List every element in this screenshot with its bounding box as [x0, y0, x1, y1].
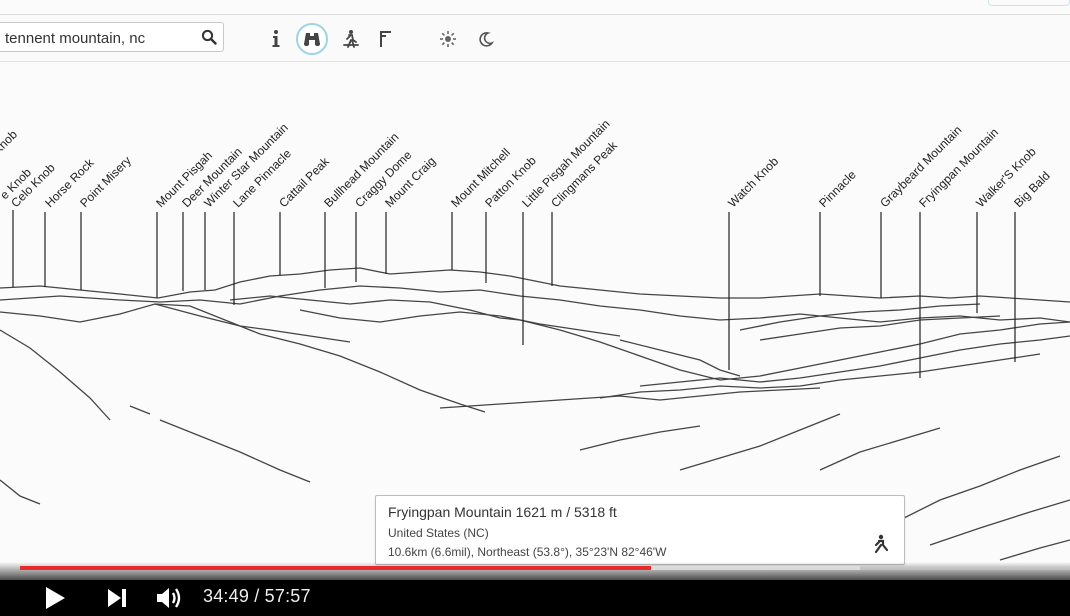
hiker-icon[interactable]: [872, 534, 890, 554]
peak-label: Pinnacle: [816, 167, 859, 210]
peakfinder-app: Knob e Knob Celo Knob Horse Rock Point M…: [0, 0, 1070, 585]
peak-label: Watch Knob: [725, 154, 781, 210]
peak-info-card: Fryingpan Mountain 1621 m / 5318 ft Unit…: [375, 495, 905, 565]
peak-info-details: 10.6km (6.6mil), Northeast (53.8°), 35°2…: [388, 545, 667, 559]
progress-played: [20, 566, 651, 570]
play-button[interactable]: [40, 584, 70, 612]
peak-label: Knob: [0, 127, 20, 157]
volume-icon: [157, 588, 181, 608]
next-icon: [108, 589, 126, 607]
time-display: 34:49 / 57:57: [203, 586, 311, 606]
progress-bar[interactable]: [20, 566, 1070, 570]
play-icon: [46, 587, 65, 609]
next-button[interactable]: [104, 584, 130, 612]
peak-info-name: Fryingpan Mountain 1621 m / 5318 ft: [388, 504, 617, 520]
peak-label: Mount Mitchell: [448, 146, 513, 211]
peak-info-country: United States (NC): [388, 526, 489, 540]
peak-markers: [12, 210, 1016, 378]
peak-labels: Knob e Knob Celo Knob Horse Rock Point M…: [0, 117, 1053, 210]
volume-button[interactable]: [153, 584, 187, 612]
